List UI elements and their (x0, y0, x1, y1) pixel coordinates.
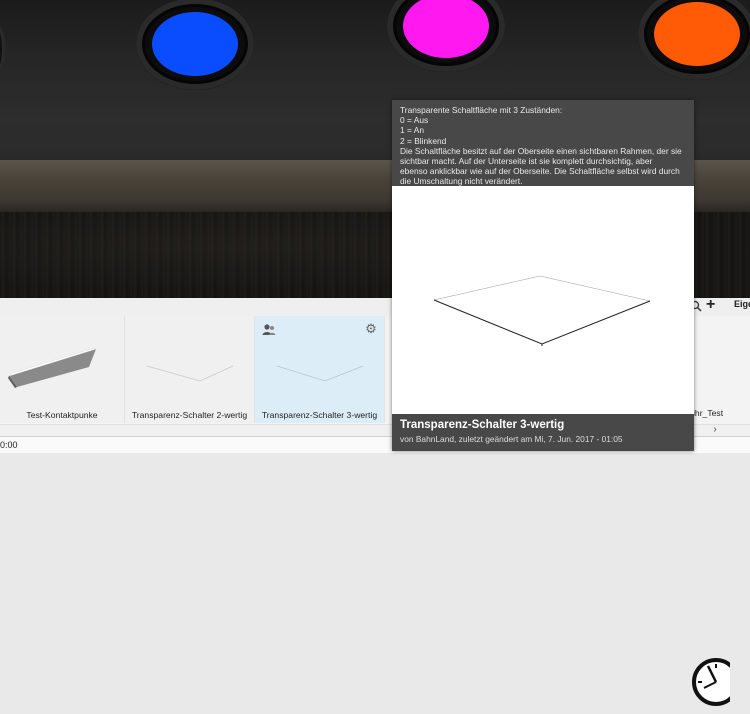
tooltip-description-line: 0 = Aus (400, 115, 429, 126)
plate-thumbnail (276, 365, 364, 382)
tooltip-description-line: Transparente Schaltfläche mit 3 Zustände… (400, 105, 563, 115)
library-item-label: Transparenz-Schalter 3-wertig (261, 410, 378, 420)
tooltip-preview (392, 186, 694, 414)
tooltip-description-line: Die Schaltfläche besitzt auf der Obersei… (400, 145, 682, 156)
lamp-partial-left (0, 24, 6, 74)
plate-thumbnail (146, 365, 234, 382)
add-button[interactable]: + (706, 297, 720, 313)
library-item-label: Transparenz-Schalter 2-wertig (131, 410, 248, 420)
tooltip-description-line: 1 = An (400, 125, 424, 136)
tooltip-description-line: ebenso anklickbar wie auf der Oberseite.… (400, 166, 680, 177)
clock-thumbnail (690, 644, 730, 714)
library-item-kontaktpunkte[interactable]: Test-Kontaktpunke (0, 316, 125, 423)
scroll-right-arrow[interactable]: › (708, 424, 722, 436)
lamp-orange-glass (654, 2, 740, 66)
tooltip-subtitle: von BahnLand, zuletzt geändert am Mi, 7.… (400, 434, 623, 444)
lamp-magenta-glass (403, 0, 489, 58)
tooltip-description-line: sichtbar macht. Auf der Unterseite ist s… (400, 156, 653, 167)
tooltip-footer: Transparenz-Schalter 3-wertig von BahnLa… (392, 414, 694, 451)
plate-preview (433, 275, 651, 346)
lamp-blue[interactable] (136, 0, 254, 90)
lamp-orange[interactable] (638, 0, 750, 80)
library-item-schalter-2[interactable]: Transparenz-Schalter 2-wertig (125, 316, 255, 423)
lamp-blue-glass (152, 12, 238, 76)
wedge-thumbnail (8, 348, 97, 388)
library-item-label-partial: ihr_Test (693, 408, 724, 418)
library-item-label: Test-Kontaktpunke (26, 410, 98, 420)
item-tooltip: Transparente Schaltfläche mit 3 Zustände… (392, 100, 694, 451)
library-item-schalter-3[interactable]: ⚙ Transparenz-Schalter 3-wertig (255, 316, 385, 423)
properties-tab[interactable]: Eige (734, 299, 750, 309)
tooltip-title: Transparenz-Schalter 3-wertig (400, 419, 565, 431)
lamp-magenta[interactable] (387, 0, 505, 72)
tooltip-description-line: 2 = Blinkend (400, 135, 447, 146)
status-time: 0:00 (0, 440, 18, 450)
tooltip-description: Transparente Schaltfläche mit 3 Zustände… (392, 100, 694, 186)
